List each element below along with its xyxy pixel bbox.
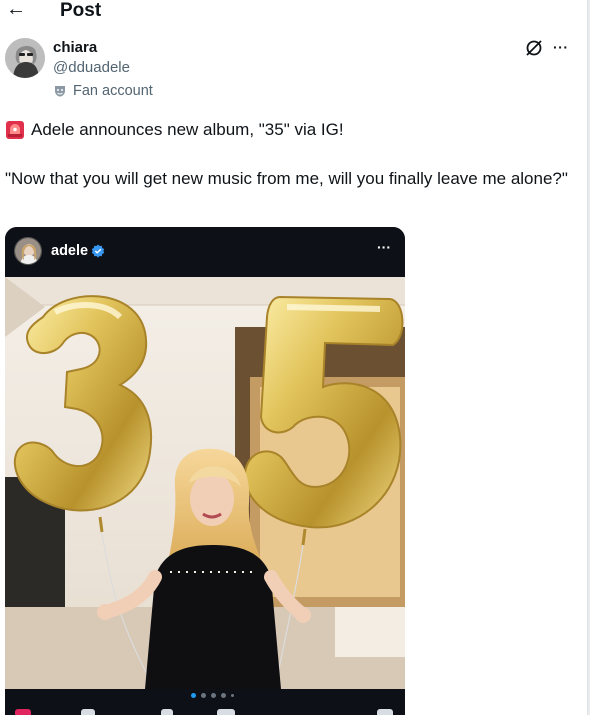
user-handle[interactable]: @dduadele	[53, 59, 130, 77]
carousel-footer	[5, 689, 405, 715]
media-attachment[interactable]: adele ···	[5, 227, 405, 715]
carousel-dot	[191, 693, 196, 698]
carousel-indicator	[191, 693, 234, 698]
account-label[interactable]: Fan account	[53, 82, 153, 100]
save-icon	[217, 709, 235, 715]
police-light-icon	[6, 121, 24, 139]
bookmark-icon	[377, 709, 393, 715]
more-options-button[interactable]: ···	[553, 38, 571, 58]
tweet-text-line-2: "Now that you will get new music from me…	[5, 169, 568, 188]
album-announcement-photo	[5, 277, 405, 689]
top-bar: ← Post	[0, 0, 590, 26]
carousel-dot	[221, 693, 226, 698]
page-title: Post	[60, 0, 102, 21]
instagram-header: adele ···	[5, 227, 405, 277]
carousel-dot	[231, 694, 234, 697]
tweet-text-line-1: Adele announces new album, "35" via IG!	[5, 118, 575, 142]
ig-username: adele	[51, 243, 89, 259]
carousel-dot	[201, 693, 206, 698]
avatar-photo-icon	[5, 38, 45, 78]
account-label-text: Fan account	[73, 83, 153, 99]
heart-icon	[15, 709, 31, 715]
avatar[interactable]	[5, 38, 45, 78]
theater-mask-icon	[55, 86, 65, 97]
comment-icon	[81, 709, 95, 715]
ig-more-icon: ···	[377, 239, 391, 255]
tweet-text: Adele announces new album, "35" via IG!	[31, 120, 344, 139]
verified-badge-icon	[91, 244, 105, 258]
back-arrow-icon[interactable]: ←	[6, 0, 28, 22]
ig-avatar	[14, 237, 42, 265]
carousel-dot	[211, 693, 216, 698]
display-name[interactable]: chiara	[53, 39, 97, 57]
grok-icon[interactable]	[524, 38, 544, 58]
share-icon	[161, 709, 173, 715]
